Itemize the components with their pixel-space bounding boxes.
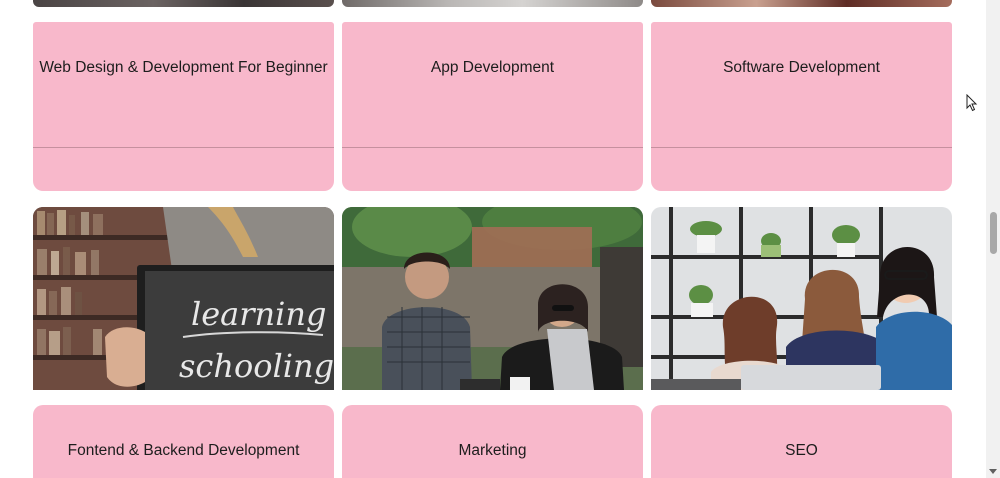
course-image-cropped[interactable] (33, 0, 334, 7)
vertical-scrollbar[interactable] (986, 0, 1000, 478)
card-divider (651, 147, 952, 148)
chalk-text-schooling: schooling (179, 347, 334, 385)
course-title: SEO (785, 442, 818, 459)
course-title: App Development (430, 59, 555, 76)
course-image-chalkboard[interactable]: learning schooling (33, 207, 334, 390)
course-card-web-design[interactable]: Web Design & Development For Beginner (33, 22, 334, 191)
card-divider (342, 147, 643, 148)
course-card-marketing[interactable]: Marketing (342, 405, 643, 478)
course-title: Marketing (458, 442, 527, 459)
course-card-software-development[interactable]: Software Development (651, 22, 952, 191)
chalk-text-learning: learning (191, 295, 326, 333)
course-image-cropped[interactable] (651, 0, 952, 7)
course-title: Web Design & Development For Beginner (39, 59, 328, 76)
scroll-down-arrow-icon[interactable] (989, 469, 997, 474)
course-title: Fontend & Backend Development (67, 442, 300, 459)
scrollbar-thumb[interactable] (990, 212, 997, 254)
course-image-team-laptop[interactable] (651, 207, 952, 390)
course-card-frontend-backend[interactable]: Fontend & Backend Development (33, 405, 334, 478)
course-image-outdoor-laptop[interactable] (342, 207, 643, 390)
course-grid-page: Web Design & Development For Beginner Ap… (0, 0, 986, 478)
course-title: Software Development (723, 59, 880, 76)
course-card-seo[interactable]: SEO (651, 405, 952, 478)
course-card-app-development[interactable]: App Development (342, 22, 643, 191)
mouse-cursor-icon (966, 94, 978, 112)
course-image-cropped[interactable] (342, 0, 643, 7)
card-divider (33, 147, 334, 148)
